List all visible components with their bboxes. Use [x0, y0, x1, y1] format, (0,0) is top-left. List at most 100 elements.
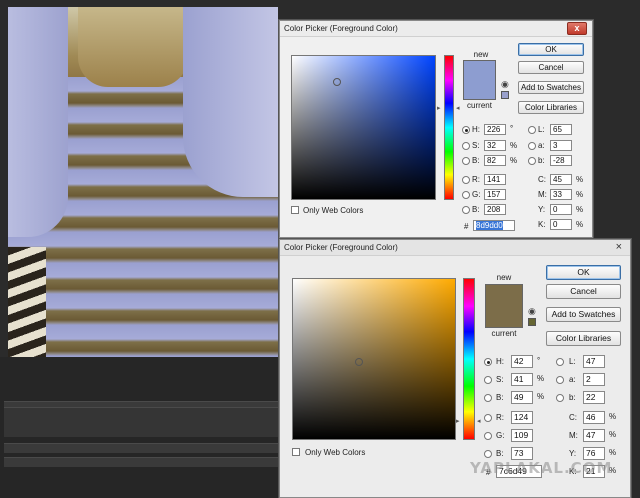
radio-green[interactable]: [484, 432, 492, 440]
radio-red[interactable]: [462, 176, 470, 184]
radio-lab-b[interactable]: [528, 157, 536, 165]
only-web-colors-checkbox[interactable]: [292, 448, 300, 456]
color-picker-dialog-1: Color Picker (Foreground Color) x ▸ ◂ ne…: [279, 20, 593, 238]
saturation-brightness-field[interactable]: [291, 55, 436, 200]
cancel-button[interactable]: Cancel: [518, 61, 584, 74]
hue-input[interactable]: 226: [484, 124, 506, 135]
percent-unit: %: [609, 448, 617, 457]
cancel-button[interactable]: Cancel: [546, 284, 621, 299]
radio-green[interactable]: [462, 191, 470, 199]
ok-button[interactable]: OK: [546, 265, 621, 280]
jacket-right: [183, 7, 278, 197]
blue-input[interactable]: 208: [484, 204, 506, 215]
hue-slider[interactable]: [463, 278, 475, 440]
lab-l-label: L:: [538, 125, 545, 134]
percent-unit: %: [576, 175, 584, 184]
hue-label: H:: [496, 357, 504, 366]
brightness-input[interactable]: 49: [511, 391, 533, 404]
hue-input[interactable]: 42: [511, 355, 533, 368]
close-button[interactable]: x: [567, 22, 587, 35]
add-to-swatches-button[interactable]: Add to Swatches: [518, 81, 584, 94]
hex-input[interactable]: 8d9dd0: [473, 220, 515, 231]
cyan-input[interactable]: 45: [550, 174, 572, 185]
green-input[interactable]: 157: [484, 189, 506, 200]
radio-blue[interactable]: [462, 206, 470, 214]
saturation-brightness-field[interactable]: [292, 278, 456, 440]
lab-a-input[interactable]: 2: [583, 373, 605, 386]
lab-l-label: L:: [569, 357, 576, 366]
radio-saturation[interactable]: [462, 142, 470, 150]
magenta-input[interactable]: 33: [550, 189, 572, 200]
photo-shadow: [8, 247, 46, 357]
color-marker[interactable]: [333, 78, 341, 86]
brightness-label: B:: [472, 156, 480, 165]
dialog-titlebar[interactable]: Color Picker (Foreground Color) x: [280, 21, 592, 37]
red-input[interactable]: 124: [511, 411, 533, 424]
cyan-input[interactable]: 46: [583, 411, 605, 424]
black-label: K:: [538, 220, 546, 229]
hue-slider-arrow-icon[interactable]: ◂: [456, 105, 460, 112]
magenta-label: M:: [569, 431, 578, 440]
yellow-input[interactable]: 0: [550, 204, 572, 215]
hex-value: 8d9dd0: [476, 221, 503, 230]
only-web-colors-checkbox[interactable]: [291, 206, 299, 214]
only-web-colors-label: Only Web Colors: [303, 206, 364, 215]
percent-unit: %: [609, 430, 617, 439]
lab-l-input[interactable]: 47: [583, 355, 605, 368]
red-input[interactable]: 141: [484, 174, 506, 185]
percent-unit: %: [576, 190, 584, 199]
radio-brightness[interactable]: [462, 157, 470, 165]
radio-red[interactable]: [484, 414, 492, 422]
lab-a-input[interactable]: 3: [550, 140, 572, 151]
degree-unit: °: [510, 124, 514, 133]
green-input[interactable]: 109: [511, 429, 533, 442]
hue-slider-arrow-icon[interactable]: ▸: [437, 105, 441, 112]
radio-lab-b[interactable]: [556, 394, 564, 402]
gamut-warning-cube-icon[interactable]: ◉: [501, 80, 509, 89]
lab-b-input[interactable]: 22: [583, 391, 605, 404]
ok-button[interactable]: OK: [518, 43, 584, 56]
current-color-label: current: [467, 101, 492, 110]
web-safe-swatch-icon[interactable]: [528, 318, 536, 326]
dialog-titlebar[interactable]: Color Picker (Foreground Color) ×: [280, 240, 630, 256]
web-safe-swatch-icon[interactable]: [501, 91, 509, 99]
hue-slider-arrow-icon[interactable]: ◂: [477, 418, 481, 425]
percent-unit: %: [510, 156, 518, 165]
radio-hue[interactable]: [462, 126, 470, 134]
current-color-swatch[interactable]: [463, 80, 496, 100]
radio-lab-l[interactable]: [528, 126, 536, 134]
blue-label: B:: [472, 205, 480, 214]
saturation-input[interactable]: 41: [511, 373, 533, 386]
close-icon[interactable]: ×: [616, 241, 622, 253]
black-input[interactable]: 0: [550, 219, 572, 230]
panel-bar: [4, 457, 282, 467]
radio-lab-a[interactable]: [556, 376, 564, 384]
color-libraries-button[interactable]: Color Libraries: [546, 331, 621, 346]
radio-lab-l[interactable]: [556, 358, 564, 366]
percent-unit: %: [576, 220, 584, 229]
lab-l-input[interactable]: 65: [550, 124, 572, 135]
saturation-input[interactable]: 32: [484, 140, 506, 151]
brightness-input[interactable]: 82: [484, 155, 506, 166]
blue-label: B:: [496, 449, 504, 458]
magenta-input[interactable]: 47: [583, 429, 605, 442]
saturation-label: S:: [472, 141, 480, 150]
hue-slider[interactable]: [444, 55, 454, 200]
radio-blue[interactable]: [484, 450, 492, 458]
add-to-swatches-button[interactable]: Add to Swatches: [546, 307, 621, 322]
radio-saturation[interactable]: [484, 376, 492, 384]
hex-hash-label: #: [464, 222, 469, 231]
percent-unit: %: [537, 392, 545, 401]
hue-slider-arrow-icon[interactable]: ▸: [456, 418, 460, 425]
gamut-warning-cube-icon[interactable]: ◉: [528, 307, 536, 316]
radio-lab-a[interactable]: [528, 142, 536, 150]
radio-hue[interactable]: [484, 358, 492, 366]
yellow-label: Y:: [569, 449, 577, 458]
only-web-colors-label: Only Web Colors: [305, 448, 366, 457]
new-color-label: new: [473, 50, 489, 59]
lab-b-input[interactable]: -28: [550, 155, 572, 166]
current-color-swatch[interactable]: [485, 306, 523, 328]
radio-brightness[interactable]: [484, 394, 492, 402]
color-libraries-button[interactable]: Color Libraries: [518, 101, 584, 114]
color-marker[interactable]: [355, 358, 363, 366]
